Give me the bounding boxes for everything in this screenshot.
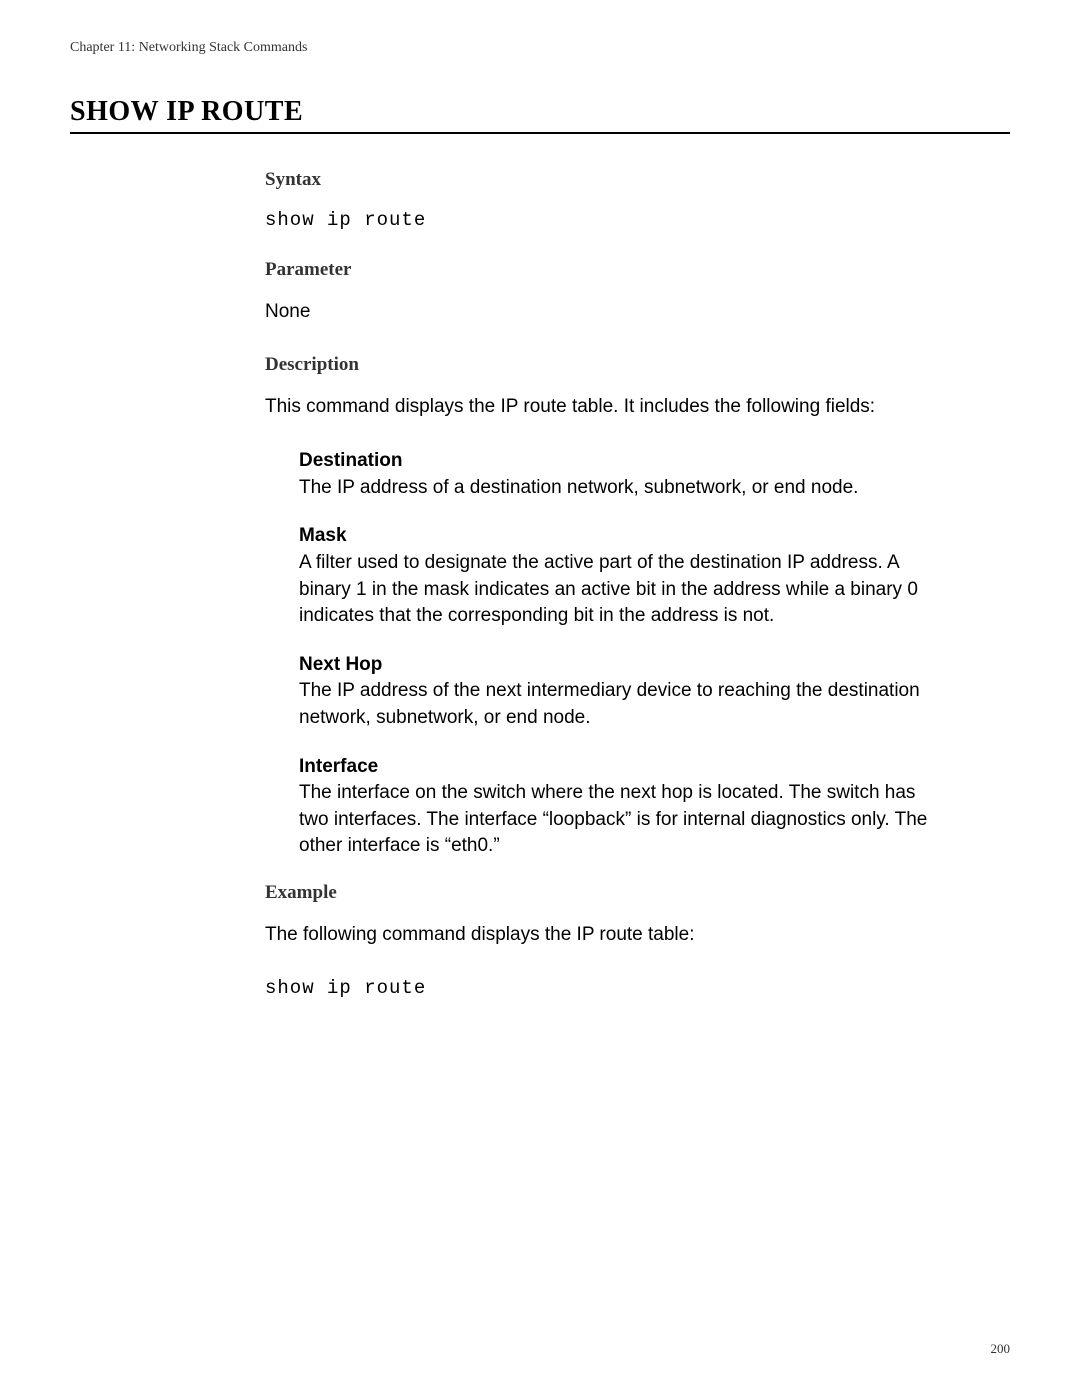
page-title: SHOW IP ROUTE [70, 96, 1010, 134]
field-mask: Mask A filter used to designate the acti… [299, 523, 945, 629]
field-desc: The IP address of a destination network,… [299, 475, 945, 502]
parameter-heading: Parameter [265, 259, 945, 281]
content-block: Syntax show ip route Parameter None Desc… [265, 169, 945, 999]
field-nexthop: Next Hop The IP address of the next inte… [299, 652, 945, 732]
field-interface: Interface The interface on the switch wh… [299, 754, 945, 860]
page-number: 200 [991, 1341, 1011, 1357]
example-heading: Example [265, 882, 945, 904]
syntax-heading: Syntax [265, 169, 945, 191]
syntax-code: show ip route [265, 209, 945, 231]
field-destination: Destination The IP address of a destinat… [299, 448, 945, 501]
example-code: show ip route [265, 977, 945, 999]
field-desc: The interface on the switch where the ne… [299, 780, 945, 860]
field-label: Destination [299, 448, 945, 475]
parameter-text: None [265, 299, 945, 326]
field-label: Next Hop [299, 652, 945, 679]
description-heading: Description [265, 354, 945, 376]
field-label: Interface [299, 754, 945, 781]
description-intro: This command displays the IP route table… [265, 394, 945, 421]
example-text: The following command displays the IP ro… [265, 922, 945, 949]
field-desc: The IP address of the next intermediary … [299, 678, 945, 731]
field-desc: A filter used to designate the active pa… [299, 550, 945, 630]
chapter-header: Chapter 11: Networking Stack Commands [70, 40, 1010, 56]
field-label: Mask [299, 523, 945, 550]
